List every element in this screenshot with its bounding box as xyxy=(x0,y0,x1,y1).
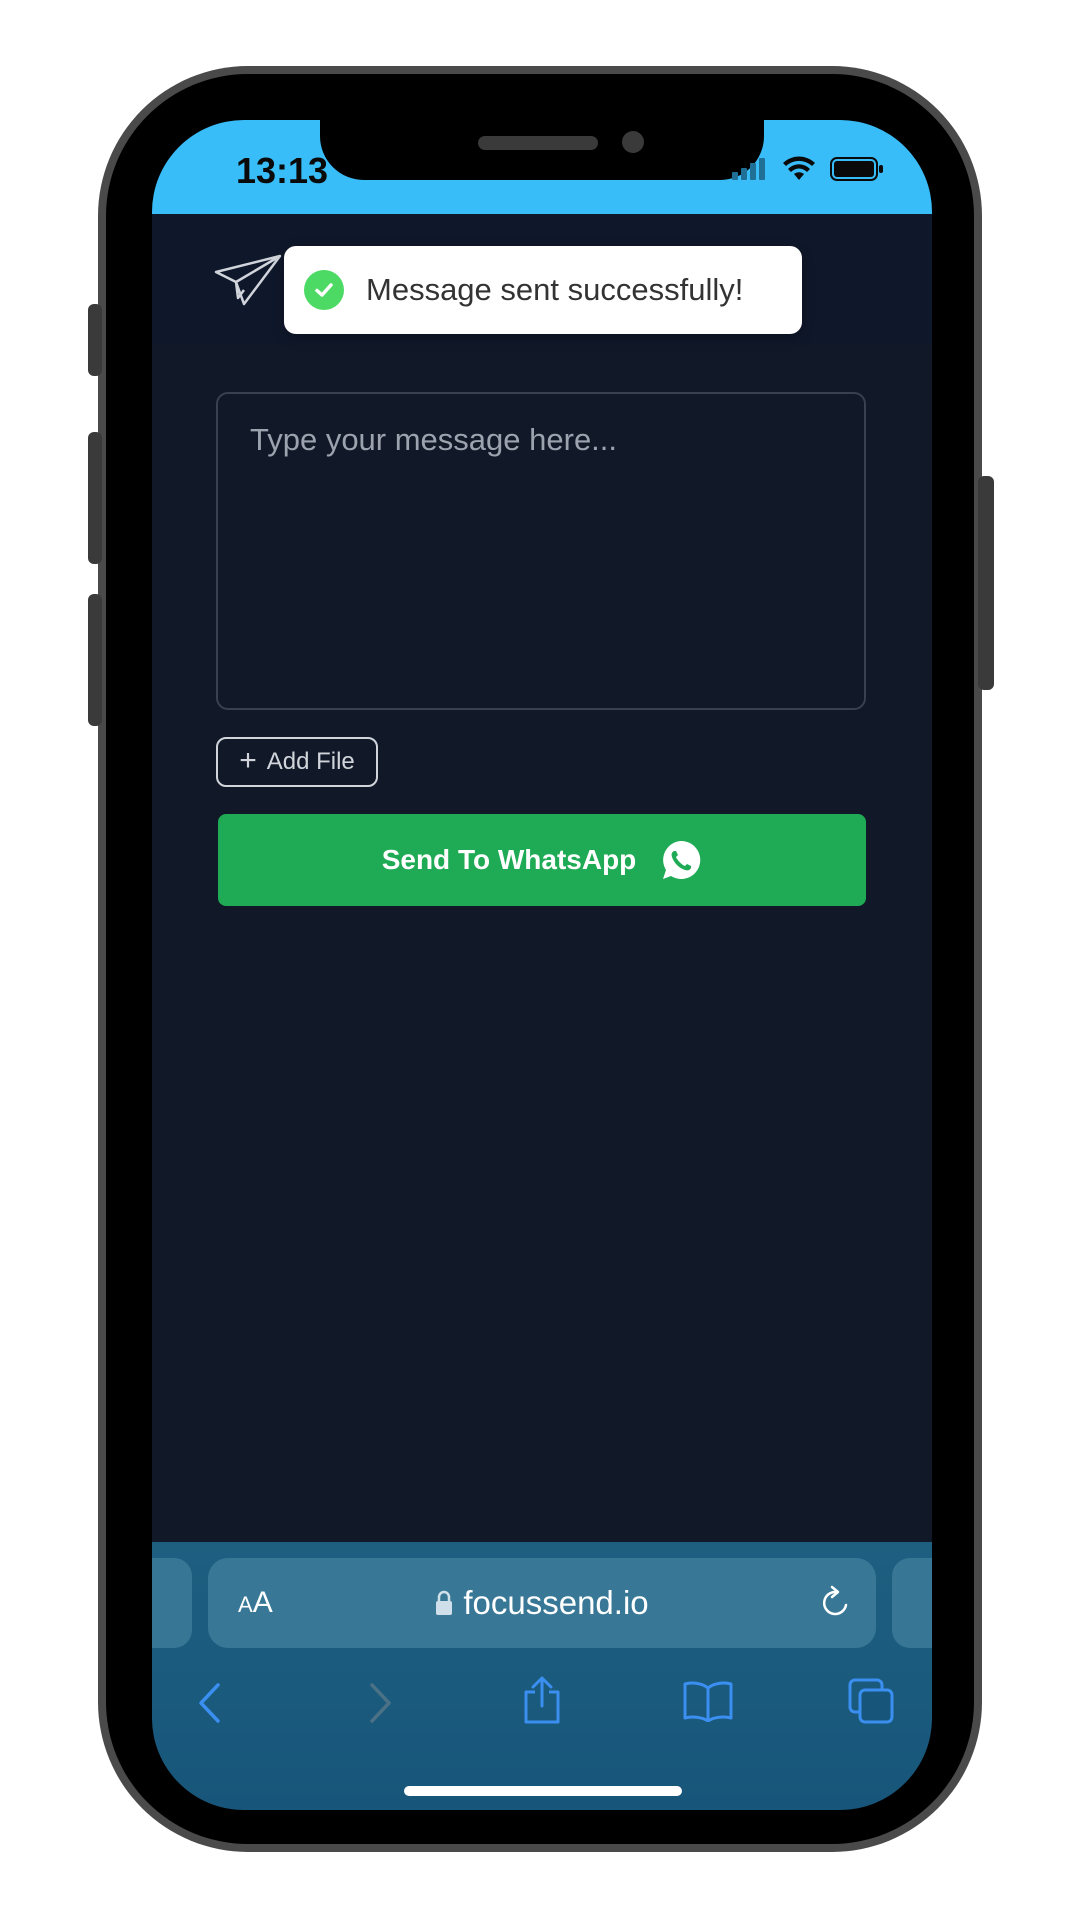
url-wrap: focussend.io xyxy=(208,1558,876,1648)
notch xyxy=(320,120,764,180)
plus-icon: + xyxy=(239,743,257,777)
lock-icon xyxy=(436,1590,453,1615)
tabs-icon[interactable] xyxy=(848,1678,894,1724)
status-time: 13:13 xyxy=(236,150,329,191)
reload-icon[interactable] xyxy=(818,1585,854,1621)
add-file-button[interactable]: + Add File xyxy=(216,737,378,787)
message-input[interactable] xyxy=(216,392,866,710)
check-circle-icon xyxy=(304,270,344,310)
home-indicator[interactable] xyxy=(404,1786,682,1796)
paper-plane-icon[interactable] xyxy=(214,254,282,306)
previous-tab[interactable] xyxy=(152,1558,192,1648)
address-bar[interactable]: AA focussend.io xyxy=(208,1558,876,1648)
send-button-label: Send To WhatsApp xyxy=(381,844,637,875)
success-toast: Message sent successfully! xyxy=(284,246,802,334)
bookmarks-icon[interactable] xyxy=(682,1680,734,1722)
camera xyxy=(622,131,644,153)
status-icons xyxy=(732,156,884,182)
share-icon[interactable] xyxy=(522,1676,562,1724)
speaker xyxy=(478,136,598,150)
mute-switch xyxy=(88,304,102,376)
url-text: focussend.io xyxy=(463,1584,649,1621)
toast-message: Message sent successfully! xyxy=(366,272,744,307)
browser-toolbar xyxy=(152,1662,932,1742)
next-tab[interactable] xyxy=(892,1558,932,1648)
browser-bottom-bar: AA focussend.io xyxy=(152,1542,932,1810)
add-file-label: Add File xyxy=(266,748,355,775)
back-icon[interactable] xyxy=(196,1682,224,1724)
power-button xyxy=(978,476,994,690)
signal-icon xyxy=(732,158,765,180)
forward-icon[interactable] xyxy=(366,1682,394,1724)
send-to-whatsapp-button[interactable]: Send To WhatsApp xyxy=(218,814,866,906)
whatsapp-icon xyxy=(663,840,701,879)
battery-icon xyxy=(830,157,883,181)
volume-up-button xyxy=(88,432,102,564)
screen: 13:13 Message sent successfully! Type yo… xyxy=(152,120,932,1810)
volume-down-button xyxy=(88,594,102,726)
wifi-icon xyxy=(783,156,815,180)
status-bar: 13:13 xyxy=(152,120,932,214)
